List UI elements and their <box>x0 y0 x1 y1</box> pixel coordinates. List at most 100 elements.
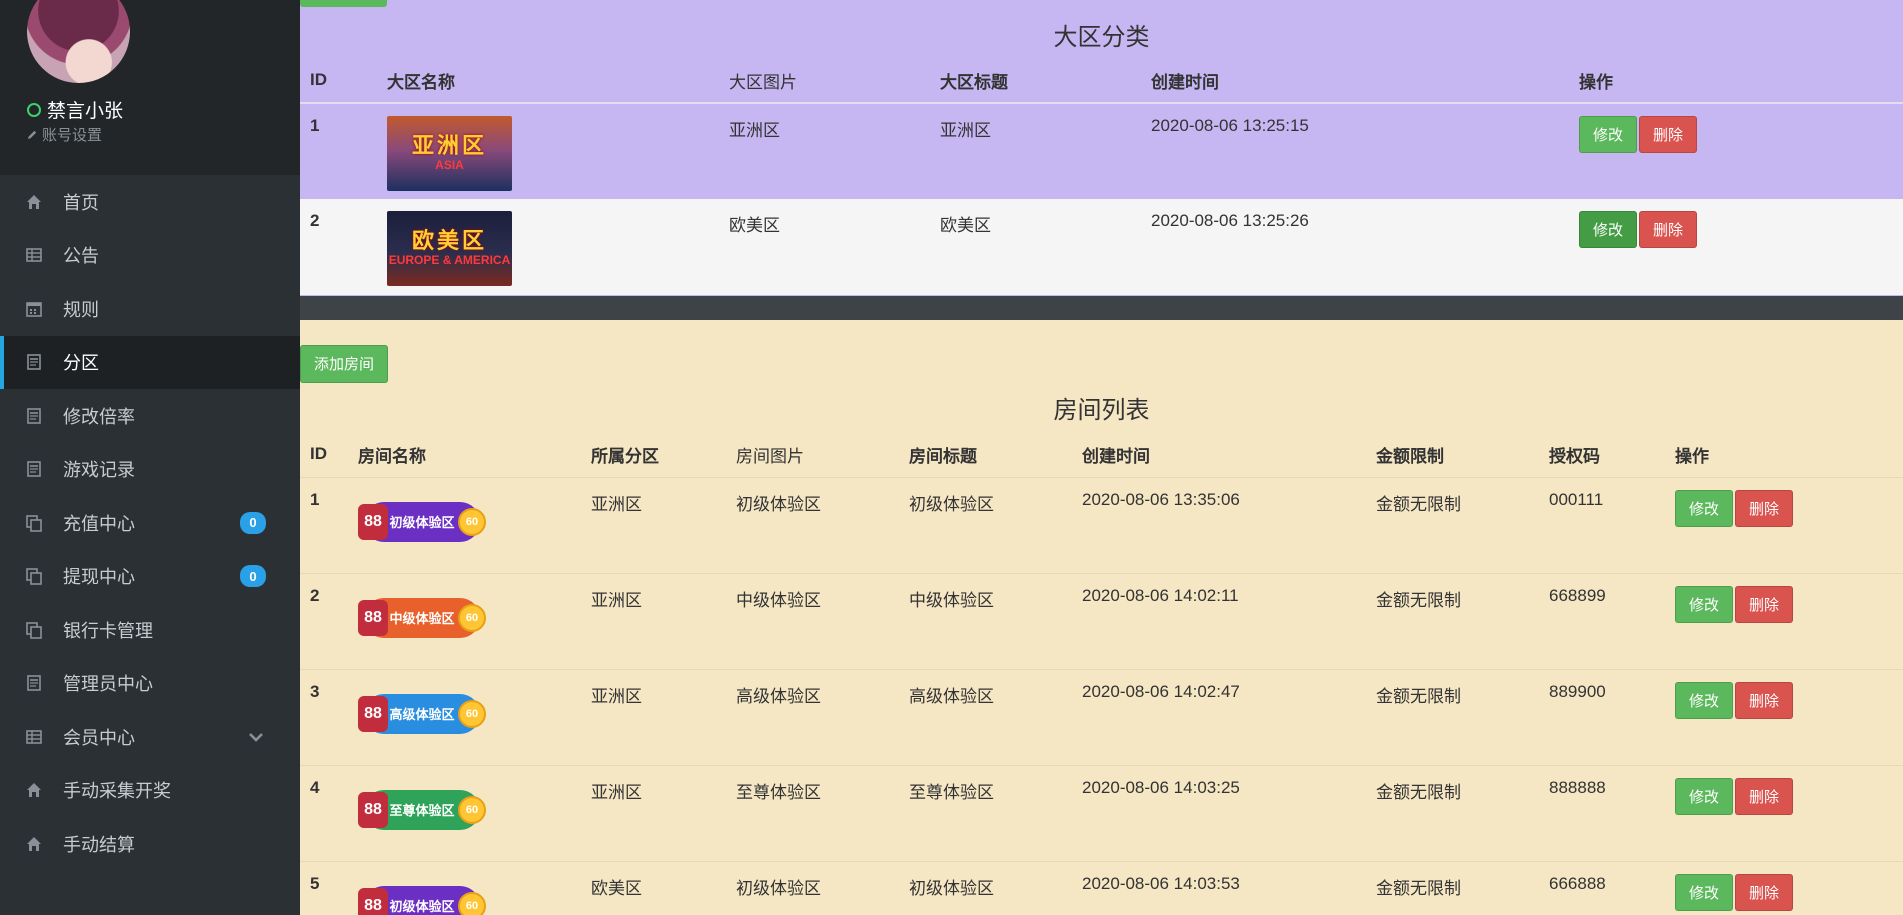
add-room-button[interactable]: 添加房间 <box>300 345 389 383</box>
copy-icon <box>25 567 43 586</box>
grid-icon <box>25 728 43 746</box>
delete-button[interactable]: 删除 <box>1735 777 1794 815</box>
col-zone: 所属分区 <box>591 446 659 466</box>
edit-button[interactable]: 修改 <box>1675 681 1734 719</box>
cell-zone: 欧美区 <box>591 878 642 898</box>
sidebar-item-label: 首页 <box>63 192 99 213</box>
cell-room-image-name: 初级体验区 <box>736 878 821 898</box>
col-room-name: 房间名称 <box>358 446 426 466</box>
document-icon <box>25 674 43 692</box>
cell-room-image-name: 高级体验区 <box>736 686 821 706</box>
sidebar-item-label: 会员中心 <box>63 727 135 748</box>
avatar[interactable] <box>27 0 130 83</box>
col-actions: 操作 <box>1579 72 1613 92</box>
cell-created-time: 2020-08-06 13:25:15 <box>1151 116 1309 135</box>
cell-room-image-name: 中级体验区 <box>736 590 821 610</box>
sidebar-item-label: 手动采集开奖 <box>63 781 171 802</box>
cell-actions: 修改 删除 <box>1675 477 1903 573</box>
copy-icon <box>25 514 43 532</box>
edit-button[interactable]: 修改 <box>1579 116 1638 153</box>
col-amount-limit: 金额限制 <box>1376 446 1444 466</box>
cell-created-time: 2020-08-06 14:02:47 <box>1082 681 1240 701</box>
cell-auth-code: 889900 <box>1549 681 1606 701</box>
sidebar-item-8[interactable]: 银行卡管理 <box>0 603 300 657</box>
delete-button[interactable]: 删除 <box>1735 585 1794 623</box>
cell-id: 2 <box>310 211 320 230</box>
cell-room-image-name: 至尊体验区 <box>736 782 821 802</box>
edit-button[interactable]: 修改 <box>1675 489 1734 527</box>
table-row: 3 高级体验区 88 60 亚洲区 高级体验区 高级体验区 2020-08-06 14:02:… <box>300 669 1903 765</box>
table-row: 1 初级体验区 88 60 亚洲区 初级体验区 初级体验区 2020-08-06 13:35:… <box>300 477 1903 573</box>
room-thumbnail: 初级体验区 88 60 <box>358 876 486 915</box>
delete-button[interactable]: 删除 <box>1735 681 1794 719</box>
region-thumbnail: 亚洲区 ASIA <box>387 116 512 191</box>
edit-button[interactable]: 修改 <box>1579 211 1638 248</box>
chevron-down-icon[interactable] <box>246 727 266 747</box>
sidebar-item-2[interactable]: 规则 <box>0 282 300 336</box>
sidebar-item-label: 分区 <box>63 353 99 374</box>
col-created-time: 创建时间 <box>1082 446 1150 466</box>
cell-region-name: 欧美区 <box>729 216 780 235</box>
cell-auth-code: 000111 <box>1549 489 1604 509</box>
region-section-title: 大区分类 <box>1053 24 1150 51</box>
room-thumbnail: 至尊体验区 88 60 <box>358 780 486 840</box>
sidebar-item-5[interactable]: 游戏记录 <box>0 443 300 497</box>
table-row: 5 初级体验区 88 60 欧美区 初级体验区 初级体验区 2020-08-06 14:03:… <box>300 861 1903 915</box>
region-section: 大区分类 ID 大区名称 大区图片 大区标题 创建时间 操作 1 亚洲区 ASIA 亚… <box>300 0 1903 296</box>
gift-icon: 88 <box>358 887 388 915</box>
cell-id: 1 <box>310 489 320 509</box>
cell-amount-limit: 金额无限制 <box>1376 878 1461 898</box>
sidebar-item-0[interactable]: 首页 <box>0 175 300 229</box>
sidebar-item-6[interactable]: 充值中心 0 <box>0 496 300 550</box>
cell-auth-code: 666888 <box>1549 873 1606 893</box>
account-settings-label: 账号设置 <box>42 127 103 144</box>
cell-created-time: 2020-08-06 13:25:26 <box>1151 211 1309 230</box>
room-thumbnail: 高级体验区 88 60 <box>358 684 486 744</box>
sidebar-item-10[interactable]: 会员中心 <box>0 710 300 764</box>
sidebar-item-3[interactable]: 分区 <box>0 335 300 389</box>
user-name-label: 禁言小张 <box>47 101 124 122</box>
col-region-image: 大区图片 <box>729 72 797 92</box>
gift-icon: 88 <box>358 503 388 540</box>
sidebar-item-11[interactable]: 手动采集开奖 <box>0 764 300 818</box>
sidebar-item-label: 修改倍率 <box>63 406 135 427</box>
user-name: 禁言小张 <box>27 96 123 123</box>
document-icon <box>25 460 43 478</box>
edit-button[interactable]: 修改 <box>1675 777 1734 815</box>
cell-created-time: 2020-08-06 14:02:11 <box>1082 585 1239 605</box>
add-region-button[interactable] <box>300 0 387 7</box>
cell-region-name: 亚洲区 <box>729 121 780 140</box>
cell-zone: 亚洲区 <box>591 590 642 610</box>
sidebar-item-9[interactable]: 管理员中心 <box>0 657 300 711</box>
sidebar-item-12[interactable]: 手动结算 <box>0 817 300 871</box>
cell-room-image: 中级体验区 88 60 <box>358 573 591 669</box>
region-thumbnail: 欧美区 EUROPE & AMERICA <box>387 211 512 286</box>
region-table: ID 大区名称 大区图片 大区标题 创建时间 操作 1 亚洲区 ASIA 亚洲区 亚洲区… <box>300 58 1903 295</box>
delete-button[interactable]: 删除 <box>1639 211 1698 248</box>
account-settings-link[interactable]: 账号设置 <box>27 124 102 145</box>
cell-id: 2 <box>310 585 320 605</box>
edit-button[interactable]: 修改 <box>1675 585 1734 623</box>
cell-auth-code: 668899 <box>1549 585 1606 605</box>
delete-button[interactable]: 删除 <box>1735 489 1794 527</box>
edit-button[interactable]: 修改 <box>1675 873 1734 911</box>
count-badge: 0 <box>240 511 266 534</box>
cell-room-image: 初级体验区 88 60 <box>358 477 591 573</box>
count-badge: 0 <box>240 565 266 588</box>
cell-zone: 亚洲区 <box>591 686 642 706</box>
sidebar-item-1[interactable]: 公告 <box>0 229 300 283</box>
sidebar-item-4[interactable]: 修改倍率 <box>0 389 300 443</box>
delete-button[interactable]: 删除 <box>1735 873 1794 911</box>
cell-id: 1 <box>310 116 320 135</box>
gift-icon: 88 <box>358 599 388 636</box>
table-row: 2 欧美区 EUROPE & AMERICA 欧美区 欧美区 2020-08-06 13:… <box>300 199 1903 295</box>
sidebar-item-label: 公告 <box>63 246 99 267</box>
sidebar-item-7[interactable]: 提现中心 0 <box>0 550 300 604</box>
cell-zone: 亚洲区 <box>591 782 642 802</box>
delete-button[interactable]: 删除 <box>1639 116 1698 153</box>
cell-region-title: 亚洲区 <box>940 121 991 140</box>
cell-room-title: 高级体验区 <box>909 686 994 706</box>
col-region-name: 大区名称 <box>387 72 455 92</box>
sidebar-item-label: 管理员中心 <box>63 674 153 695</box>
cell-created-time: 2020-08-06 13:35:06 <box>1082 489 1240 509</box>
